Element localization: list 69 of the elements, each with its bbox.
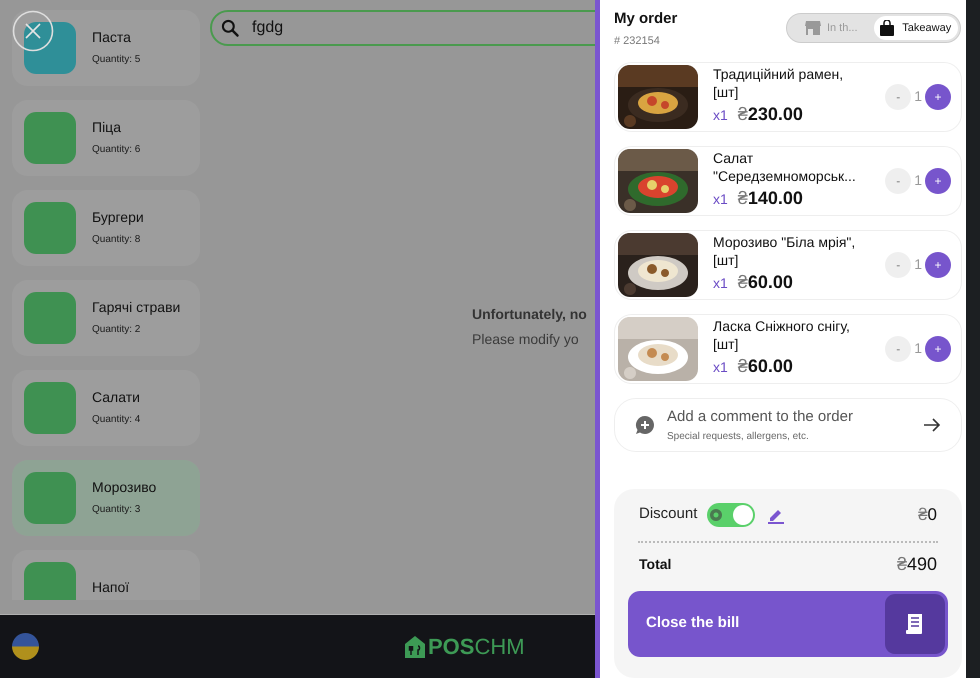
item-multiplier: x1 xyxy=(713,274,728,294)
category-quantity: Quantity: 6 xyxy=(92,143,140,158)
order-mode-tab[interactable]: Takeaway xyxy=(874,16,958,40)
logo: POSCHM xyxy=(405,636,525,658)
item-price: ₴230.00 xyxy=(738,103,803,126)
item-multiplier: x1 xyxy=(713,190,728,210)
category-name: Бургери xyxy=(92,208,144,226)
minus-button[interactable]: - xyxy=(885,252,912,278)
comment-card[interactable]: Add a comment to the order Special requests, allergens, etc. xyxy=(614,398,962,452)
plus-button[interactable]: + xyxy=(925,252,951,278)
category-card[interactable]: Напої xyxy=(12,550,200,600)
item-quantity: 1 xyxy=(914,255,922,274)
empty-title: Unfortunately, no xyxy=(472,305,587,324)
discount-toggle[interactable] xyxy=(707,502,756,527)
close-icon[interactable] xyxy=(12,10,54,52)
item-multiplier: x1 xyxy=(713,358,728,378)
category-card[interactable]: Бургери Quantity: 8 xyxy=(12,190,200,266)
item-quantity: 1 xyxy=(914,171,922,190)
search-field[interactable]: fgdg xyxy=(210,10,595,46)
item-quantity: 1 xyxy=(914,339,922,358)
comment-hint: Special requests, allergens, etc. xyxy=(667,430,810,444)
category-quantity: Quantity: 8 xyxy=(92,233,142,248)
category-name: Морозиво xyxy=(92,478,156,496)
order-number: # 232154 xyxy=(614,34,661,49)
category-card[interactable]: Гарячі страви Quantity: 2 xyxy=(12,280,200,356)
comment-title: Add a comment to the order xyxy=(667,407,854,427)
discount-label: Discount xyxy=(639,504,698,524)
plus-button[interactable]: + xyxy=(925,84,951,110)
minus-button[interactable]: - xyxy=(885,336,912,362)
category-name: Салати xyxy=(92,388,140,406)
arrow-right-icon xyxy=(923,416,941,433)
restaurant-house-icon xyxy=(405,636,425,658)
item-name: Салат "Середземноморськ... xyxy=(713,149,857,186)
category-name: Паста xyxy=(92,28,132,46)
close-bill-button[interactable]: Close the bill xyxy=(628,590,948,657)
item-price: ₴60.00 xyxy=(738,355,793,378)
item-quantity: 1 xyxy=(914,87,922,106)
plus-button[interactable]: + xyxy=(925,336,951,362)
category-quantity: Quantity: 3 xyxy=(92,503,142,518)
category-card[interactable]: Морозиво Quantity: 3 xyxy=(12,460,200,536)
minus-button[interactable]: - xyxy=(885,84,912,110)
store-icon xyxy=(804,21,821,35)
empty-hint: Please modify yo xyxy=(472,330,579,349)
plus-button[interactable]: + xyxy=(925,168,951,194)
item-price: ₴60.00 xyxy=(738,271,793,294)
total-label: Total xyxy=(639,555,672,574)
category-quantity: Quantity: 4 xyxy=(92,413,140,428)
category-quantity: Quantity: 2 xyxy=(92,323,142,338)
category-card[interactable]: Паста Quantity: 5 xyxy=(12,10,200,86)
category-name: Напої xyxy=(92,579,130,597)
chat-plus-icon xyxy=(635,414,655,435)
shopping-bag-icon xyxy=(880,20,894,36)
item-price: ₴140.00 xyxy=(738,187,803,210)
flag-icon[interactable] xyxy=(12,633,39,660)
category-name: Піца xyxy=(92,118,122,136)
total-amount: ₴490 xyxy=(896,553,937,576)
minus-button[interactable]: - xyxy=(885,168,912,194)
item-name: Морозиво "Біла мрія", [шт] xyxy=(713,233,856,270)
receipt-icon xyxy=(885,594,945,654)
category-card[interactable]: Піца Quantity: 6 xyxy=(12,100,200,176)
category-name: Гарячі страви xyxy=(92,298,180,316)
item-multiplier: x1 xyxy=(713,106,728,126)
category-quantity: Quantity: 5 xyxy=(92,53,140,68)
discount-amount: ₴0 xyxy=(918,504,937,526)
category-card[interactable]: Салати Quantity: 4 xyxy=(12,370,200,446)
order-title: My order xyxy=(614,10,678,29)
item-name: Ласка Сніжного снігу, [шт] xyxy=(713,317,851,354)
search-icon xyxy=(220,18,240,38)
item-name: Традиційний рамен, [шт] xyxy=(713,65,844,102)
